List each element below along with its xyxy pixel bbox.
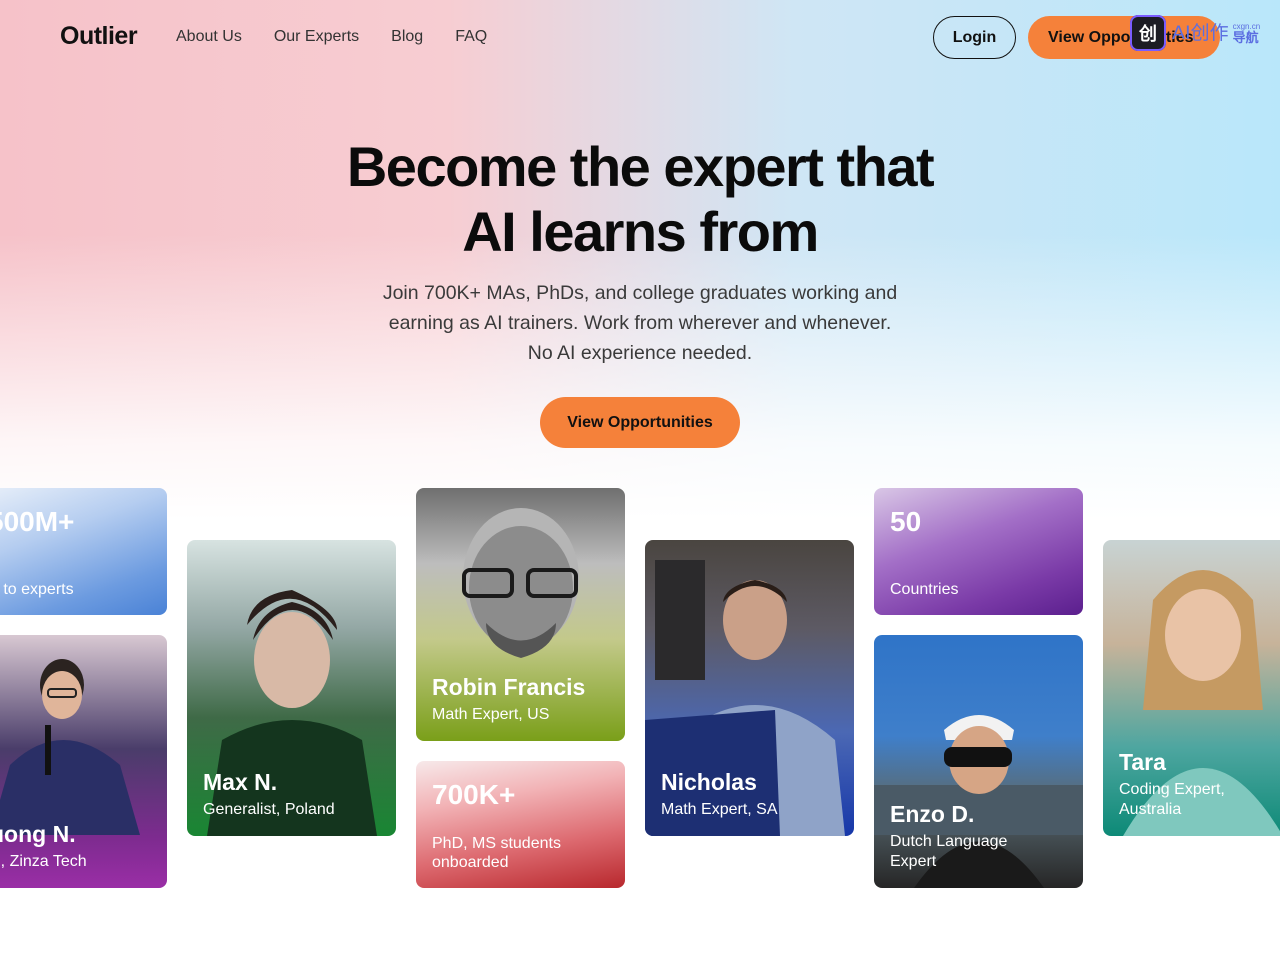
hero-subtitle: Join 700K+ MAs, PhDs, and college gradua… [340, 278, 940, 368]
expert-name: Robin Francis [432, 674, 586, 700]
expert-role: Math Expert, SA [661, 801, 778, 818]
expert-card-tara[interactable]: Tara Coding Expert, Australia [1103, 540, 1280, 836]
expert-card-nicholas[interactable]: Nicholas Math Expert, SA [645, 540, 854, 836]
main-nav: About Us Our Experts Blog FAQ [176, 28, 519, 46]
watermark-overlay: 创 AI创作 cxgn.cn 导航 [1130, 14, 1270, 52]
hero-title-line2: AI learns from [462, 200, 819, 263]
expert-card-enzo[interactable]: Enzo D. Dutch Language Expert [874, 635, 1083, 888]
login-button[interactable]: Login [933, 16, 1016, 59]
hero-view-opportunities-button[interactable]: View Opportunities [540, 397, 740, 448]
stat-card-countries: 50 Countries [874, 488, 1083, 615]
expert-name: Nicholas [661, 769, 757, 795]
stat-value: 700K+ [432, 779, 516, 810]
expert-role-line1: Coding Expert, [1119, 781, 1225, 798]
watermark-sub-big: 导航 [1232, 29, 1259, 45]
expert-role-line2: Expert [890, 853, 937, 870]
stat-label: d to experts [0, 581, 74, 598]
expert-role: Math Expert, US [432, 706, 550, 723]
site-header: Outlier About Us Our Experts Blog FAQ Lo… [0, 0, 1280, 76]
expert-name: Enzo D. [890, 801, 975, 827]
expert-card-robin[interactable]: Robin Francis Math Expert, US [416, 488, 625, 741]
stat-value: 50 [890, 506, 922, 537]
hero-subtitle-line2: earning as AI trainers. Work from wherev… [388, 312, 892, 334]
watermark-sub: cxgn.cn 导航 [1232, 22, 1261, 45]
expert-role: Dutch Language Expert [890, 832, 1007, 872]
stat-card-students: 700K+ PhD, MS students onboarded [416, 761, 625, 888]
expert-card-max[interactable]: Max N. Generalist, Poland [187, 540, 396, 836]
expert-role: Generalist, Poland [203, 801, 335, 818]
hero-subtitle-line3: No AI experience needed. [527, 342, 753, 364]
outlier-logo[interactable]: Outlier [60, 22, 138, 51]
hero-title-line1: Become the expert that [346, 135, 935, 198]
expert-name: Tara [1119, 749, 1166, 775]
nav-faq[interactable]: FAQ [455, 28, 487, 46]
nav-blog[interactable]: Blog [391, 28, 423, 46]
nav-about-us[interactable]: About Us [176, 28, 242, 46]
stat-label-line2: onboarded [432, 854, 509, 871]
expert-photo [462, 508, 579, 658]
stat-label: Countries [890, 581, 959, 598]
expert-role-line1: Dutch Language [890, 833, 1008, 850]
stat-label: PhD, MS students onboarded [432, 834, 561, 872]
hero-title: Become the expert that AI learns from [0, 134, 1280, 264]
watermark-text: AI创作 [1172, 21, 1229, 44]
stat-value: 500M+ [0, 506, 75, 537]
expert-card-thuong[interactable]: uong N. E, Zinza Tech [0, 635, 167, 888]
expert-role-line2: Australia [1119, 801, 1182, 818]
watermark-logo-icon: 创 [1130, 15, 1166, 51]
expert-photo [0, 659, 140, 835]
expert-role: Coding Expert, Australia [1119, 780, 1225, 820]
hero-subtitle-line1: Join 700K+ MAs, PhDs, and college gradua… [382, 282, 898, 304]
expert-name: Max N. [203, 769, 278, 795]
stat-card-annual-payout: 500M+ d to experts [0, 488, 167, 615]
stat-label-line1: PhD, MS students [432, 835, 561, 852]
expert-role: E, Zinza Tech [0, 853, 87, 870]
nav-our-experts[interactable]: Our Experts [274, 28, 359, 46]
expert-name: uong N. [0, 821, 76, 847]
